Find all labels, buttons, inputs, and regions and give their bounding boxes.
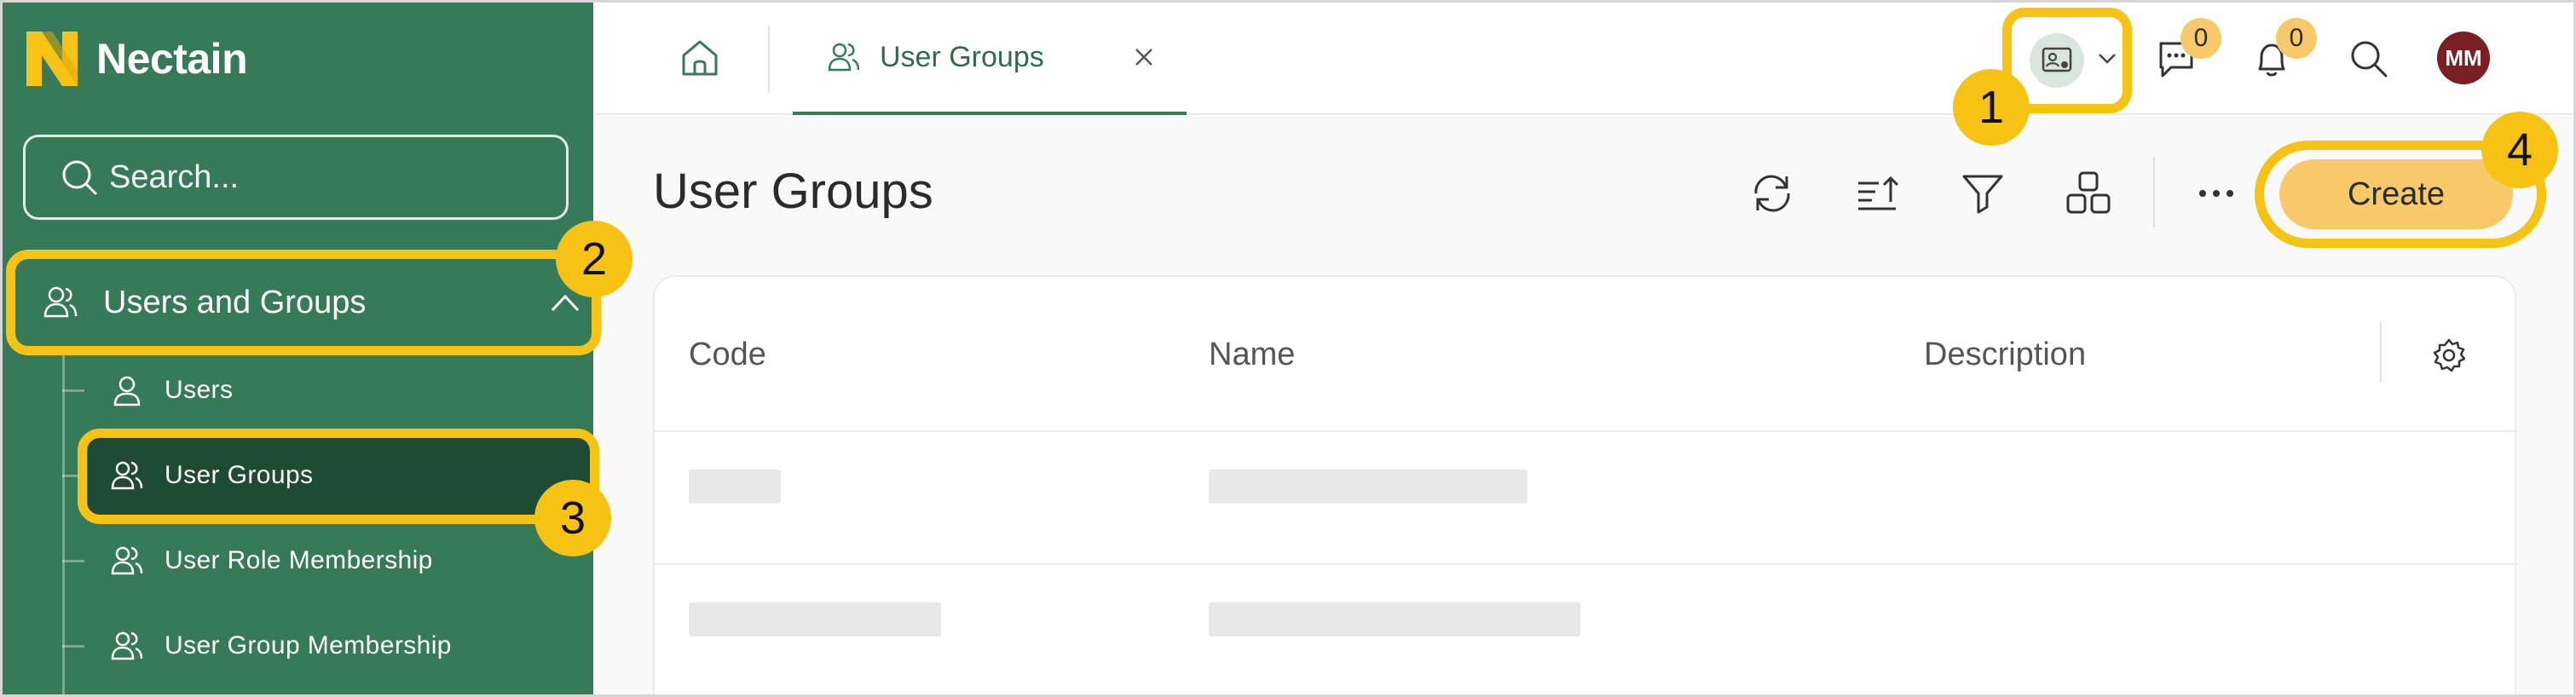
search-icon <box>62 160 97 195</box>
top-header: User Groups 0 0 MM <box>593 3 2573 115</box>
column-header-name[interactable]: Name <box>1209 337 1295 373</box>
callout-badge-4: 4 <box>2481 112 2558 188</box>
user-avatar[interactable]: MM <box>2437 32 2490 84</box>
users-icon <box>111 631 143 660</box>
messages-count-badge: 0 <box>2180 18 2221 59</box>
header-divider <box>768 25 770 93</box>
group-icon[interactable] <box>2063 168 2114 219</box>
more-icon[interactable] <box>2191 168 2242 219</box>
sidebar-search-input[interactable]: Search... <box>23 135 569 220</box>
sidebar-item-user-group-membership[interactable]: User Group Membership <box>62 604 591 688</box>
tab-label: User Groups <box>880 40 1044 73</box>
home-icon[interactable] <box>679 37 721 79</box>
gear-icon[interactable] <box>2430 337 2468 374</box>
row-divider <box>655 430 2518 432</box>
loading-placeholder <box>1209 602 1580 637</box>
sort-icon[interactable] <box>1853 168 1904 219</box>
callout-badge-3: 3 <box>534 480 611 556</box>
nectain-logo-icon <box>26 32 78 86</box>
column-divider <box>2380 321 2382 383</box>
sidebar-item-label: User Role Membership <box>165 546 433 574</box>
loading-placeholder <box>689 602 941 637</box>
sidebar-item-user-role-membership[interactable]: User Role Membership <box>62 519 591 602</box>
filter-icon[interactable] <box>1957 168 2008 219</box>
page-title: User Groups <box>653 164 933 219</box>
logo[interactable]: Nectain <box>26 32 248 86</box>
toolbar-divider <box>2153 158 2155 228</box>
row-divider <box>655 563 2518 565</box>
refresh-icon[interactable] <box>1747 168 1798 219</box>
search-placeholder: Search... <box>109 158 240 195</box>
search-icon[interactable] <box>2347 37 2391 81</box>
tab-user-groups[interactable]: User Groups <box>793 3 1187 115</box>
users-icon <box>111 546 143 575</box>
sidebar-item-label: Users <box>165 376 234 404</box>
sidebar-item-users[interactable]: Users <box>62 348 591 432</box>
column-header-description[interactable]: Description <box>1924 337 2086 373</box>
notifications-count-badge: 0 <box>2276 18 2317 59</box>
callout-highlight-2 <box>6 250 601 355</box>
app-window: Nectain Search... Users and Groups Users… <box>0 0 2576 697</box>
callout-highlight-3 <box>78 429 599 524</box>
loading-placeholder <box>1209 469 1528 504</box>
callout-badge-1: 1 <box>1953 69 2030 146</box>
close-icon[interactable] <box>1132 45 1156 69</box>
callout-badge-2: 2 <box>556 221 632 297</box>
loading-placeholder <box>689 469 781 504</box>
users-icon <box>828 43 860 72</box>
data-table: Code Name Description <box>653 275 2518 694</box>
column-header-code[interactable]: Code <box>689 337 766 373</box>
sidebar-item-label: User Group Membership <box>165 631 452 660</box>
brand-name: Nectain <box>96 35 248 83</box>
user-icon <box>113 376 141 406</box>
